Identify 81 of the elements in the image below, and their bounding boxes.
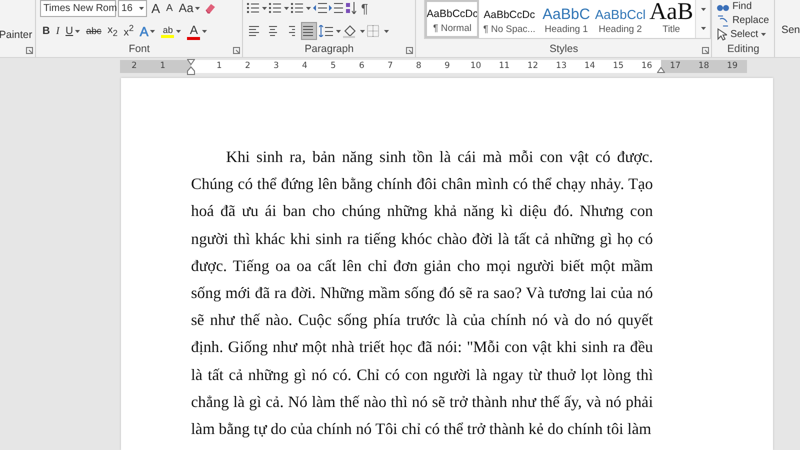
indent-marker-icon[interactable] [187,59,195,75]
caret-icon[interactable] [75,30,80,32]
ruler-number: 4 [301,60,308,73]
superscript-button[interactable]: x$^{2}$ [122,22,136,40]
document-paragraph: Khi sinh ra, bản năng sinh tồn là cái mà mỗi con vật có được. Chúng có thể đứng lên bằng chính đôi chân mình có thể chạy nhảy. Tạo hoá đã ưu ái ban cho chúng những khả năng kì diệu đó. Nhưng con người thì khác khi sinh ra tiếng khóc chào đời là tất cả những gì họ có được. Tiếng oa oa cất lên chỉ đơn giản cho mọi người biết một mầm sống mới đã ra đời. Những mầm sống đó sẽ ra sao? Và tương lai của nó sẽ như thế nào. Cuộc sống phía trước là của chính nó và do nó quyết định. Giống như một nhà triết học đã nói: "Mỗi con vật khi sinh ra đều là tất cả những gì nó có. Chỉ có con người là ngay từ thuở lọt lòng thì chẳng là gì cả. Nó làm thế nào thì nó sẽ trở thành như thế ấy, và nó phải làm bằng tự do của chính nó Tôi chỉ có thể trở thành kẻ do chính tôi làm [191,148,653,440]
strikethrough-button[interactable]: abc [84,22,104,40]
group-label: Font [128,43,151,57]
dialog-launcher-icon[interactable] [233,47,240,54]
ruler-number: 8 [415,60,422,73]
shading-icon[interactable] [343,24,366,38]
select-button[interactable]: Select [714,28,772,41]
dialog-launcher-icon[interactable] [26,47,34,54]
bullets-icon[interactable] [247,2,268,14]
align-justify-icon [303,25,316,37]
dialog-launcher-icon[interactable] [406,47,414,54]
ruler-number: 16 [640,60,654,73]
align-left-icon [249,25,262,37]
ruler-number: 17 [668,60,682,73]
ruler-number: 19 [726,60,739,73]
ruler-number: 10 [469,60,482,73]
replace-icon [717,14,730,26]
align-justify-button[interactable] [301,22,318,40]
caret-icon[interactable] [195,6,200,10]
increase-indent-icon[interactable] [329,2,344,14]
font-name-field[interactable]: Times New Rom [40,0,116,16]
ruler-number: 2 [130,60,138,73]
eraser-icon[interactable] [204,2,216,14]
underline-button[interactable]: U [64,22,82,40]
group-label: Paragraph [304,43,355,57]
ruler-number: 15 [612,60,625,73]
ruler-number: 2 [244,60,252,73]
multilevel-list-icon[interactable] [291,2,312,14]
style-gallery-item[interactable]: AaBbC Heading 1 [539,0,594,38]
group-label: Styles [548,43,580,57]
line-spacing-icon[interactable] [319,25,342,37]
sort-icon[interactable] [345,2,358,14]
dialog-launcher-icon[interactable] [702,47,710,54]
ruler-number: 18 [697,60,710,73]
caret-icon[interactable] [700,27,706,30]
ruler-number: 1 [159,60,166,73]
ruler-number: 5 [330,60,337,73]
decrease-indent-icon[interactable] [313,2,328,14]
ruler-number: 11 [498,60,511,73]
shrink-font-button[interactable]: A [164,0,175,17]
bold-button[interactable]: B [40,22,52,40]
right-indent-marker-icon[interactable] [657,67,665,73]
grow-font-button[interactable]: A [149,0,162,17]
cursor-icon [717,28,728,41]
change-case-button[interactable]: Aa [176,0,202,17]
gallery-scroll-bar[interactable] [695,0,710,38]
numbering-icon[interactable] [269,2,290,14]
highlight-button[interactable]: ab [159,22,184,40]
align-center-icon [267,25,280,37]
group-label: Editing [726,43,760,57]
font-color-button[interactable]: A [185,22,210,40]
style-gallery-item[interactable]: AaBbCcDc ¶ No Spac... [479,0,540,38]
ruler-number: 1 [216,60,223,73]
replace-button[interactable]: Replace [714,14,772,27]
caret-icon[interactable] [150,30,156,32]
font-size-field[interactable]: 16 [118,0,148,16]
caret-icon[interactable] [176,30,182,32]
caret-icon[interactable] [202,30,208,32]
borders-icon[interactable] [367,25,390,37]
italic-button[interactable]: I [54,22,62,40]
caret-icon[interactable] [139,6,144,10]
style-gallery-item[interactable]: AaB Title [647,0,696,38]
format-painter-button-label[interactable]: Painter [0,29,36,41]
ruler-number: 14 [583,60,596,73]
style-gallery-item[interactable]: AaBbCcl Heading 2 [593,0,648,38]
ruler-number: 9 [444,60,451,73]
subscript-button[interactable]: x$_{2}$ [105,22,120,40]
ruler-number: 7 [386,60,394,73]
ruler-number: 13 [554,60,568,73]
ruler-number: 3 [272,60,280,73]
show-formatting-marks-button[interactable]: ¶ [359,0,370,17]
find-button[interactable]: Find [714,0,772,13]
ruler-number: 12 [526,60,540,73]
caret-icon[interactable] [761,33,766,36]
ruler-number: 6 [358,60,366,73]
caret-icon[interactable] [700,8,706,11]
ribbon-button-label[interactable]: Sen [781,24,800,36]
